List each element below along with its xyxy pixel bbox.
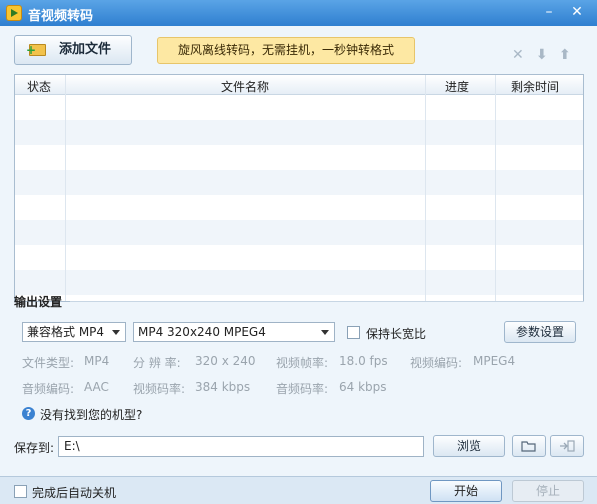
device-help-link[interactable]: 没有找到您的机型? (40, 406, 142, 423)
vbitrate-label: 视频码率: (133, 382, 186, 396)
resolution-value: 320 x 240 (195, 354, 256, 368)
browse-button[interactable]: 浏览 (433, 435, 505, 457)
table-row (15, 170, 583, 195)
file-table[interactable]: 状态 文件名称 进度 剩余时间 (14, 74, 584, 302)
save-path-input[interactable]: E:\ (58, 436, 424, 457)
abitrate-value: 64 kbps (339, 380, 387, 394)
add-file-button[interactable]: 添加文件 (14, 35, 132, 65)
chevron-down-icon (112, 330, 120, 335)
fps-label: 视频帧率: (276, 356, 329, 370)
output-settings-title: 输出设置 (14, 295, 63, 309)
minimize-button[interactable]: – (538, 2, 560, 22)
main-panel: 添加文件 旋风离线转码，无需挂机，一秒钟转格式 ✕ ⬇ ⬆ 状态 文件名称 进度… (0, 26, 597, 476)
stop-button[interactable]: 停止 (512, 480, 584, 502)
move-down-icon[interactable]: ⬇ (536, 47, 548, 63)
column-divider (495, 75, 496, 301)
table-row (15, 195, 583, 220)
file-type-label: 文件类型: (22, 356, 75, 370)
resolution-label: 分 辨 率: (133, 356, 181, 370)
abitrate-label: 音频码率: (276, 382, 329, 396)
column-divider (425, 75, 426, 301)
auto-shutdown-label[interactable]: 完成后自动关机 (32, 484, 116, 501)
table-row (15, 120, 583, 145)
export-icon (560, 440, 575, 452)
format-select-value: 兼容格式 MP4 (27, 325, 105, 339)
fps-value: 18.0 fps (339, 354, 388, 368)
add-file-label: 添加文件 (58, 42, 111, 57)
vbitrate-value: 384 kbps (195, 380, 251, 394)
auto-shutdown-checkbox[interactable] (14, 485, 27, 498)
table-row (15, 270, 583, 295)
move-up-icon[interactable]: ⬆ (559, 47, 571, 63)
start-button[interactable]: 开始 (430, 480, 502, 502)
close-button[interactable]: ✕ (566, 2, 588, 22)
save-to-label: 保存到: (14, 441, 55, 455)
file-type-value: MP4 (84, 354, 110, 368)
column-progress[interactable]: 进度 (445, 78, 469, 95)
file-table-header: 状态 文件名称 进度 剩余时间 (15, 75, 583, 95)
keep-ratio-label[interactable]: 保持长宽比 (366, 325, 426, 342)
table-row (15, 245, 583, 270)
column-divider (65, 75, 66, 301)
chevron-down-icon (321, 330, 329, 335)
column-filename[interactable]: 文件名称 (221, 78, 269, 95)
column-remaining-time[interactable]: 剩余时间 (511, 78, 559, 95)
table-row (15, 220, 583, 245)
footer-bar: 完成后自动关机 (0, 476, 597, 504)
folder-open-icon (521, 441, 536, 452)
column-status[interactable]: 状态 (27, 78, 51, 95)
preset-select-value: MP4 320x240 MPEG4 (138, 325, 266, 339)
title-bar: 音视频转码 – ✕ (0, 0, 597, 26)
table-row (15, 95, 583, 120)
vcodec-label: 视频编码: (410, 356, 463, 370)
keep-ratio-checkbox[interactable] (347, 326, 360, 339)
params-button[interactable]: 参数设置 (504, 321, 576, 343)
window-title: 音视频转码 (28, 9, 94, 24)
section-divider (70, 301, 584, 302)
export-button[interactable] (550, 435, 584, 457)
format-select[interactable]: 兼容格式 MP4 (22, 322, 126, 342)
remove-icon[interactable]: ✕ (512, 47, 524, 63)
acodec-value: AAC (84, 380, 109, 394)
vcodec-value: MPEG4 (473, 354, 516, 368)
acodec-label: 音频编码: (22, 382, 75, 396)
add-folder-icon (26, 36, 46, 64)
promo-banner[interactable]: 旋风离线转码，无需挂机，一秒钟转格式 (157, 37, 415, 64)
table-row (15, 145, 583, 170)
open-folder-button[interactable] (512, 435, 546, 457)
help-icon: ? (22, 407, 35, 420)
app-icon (6, 5, 22, 21)
preset-select[interactable]: MP4 320x240 MPEG4 (133, 322, 335, 342)
